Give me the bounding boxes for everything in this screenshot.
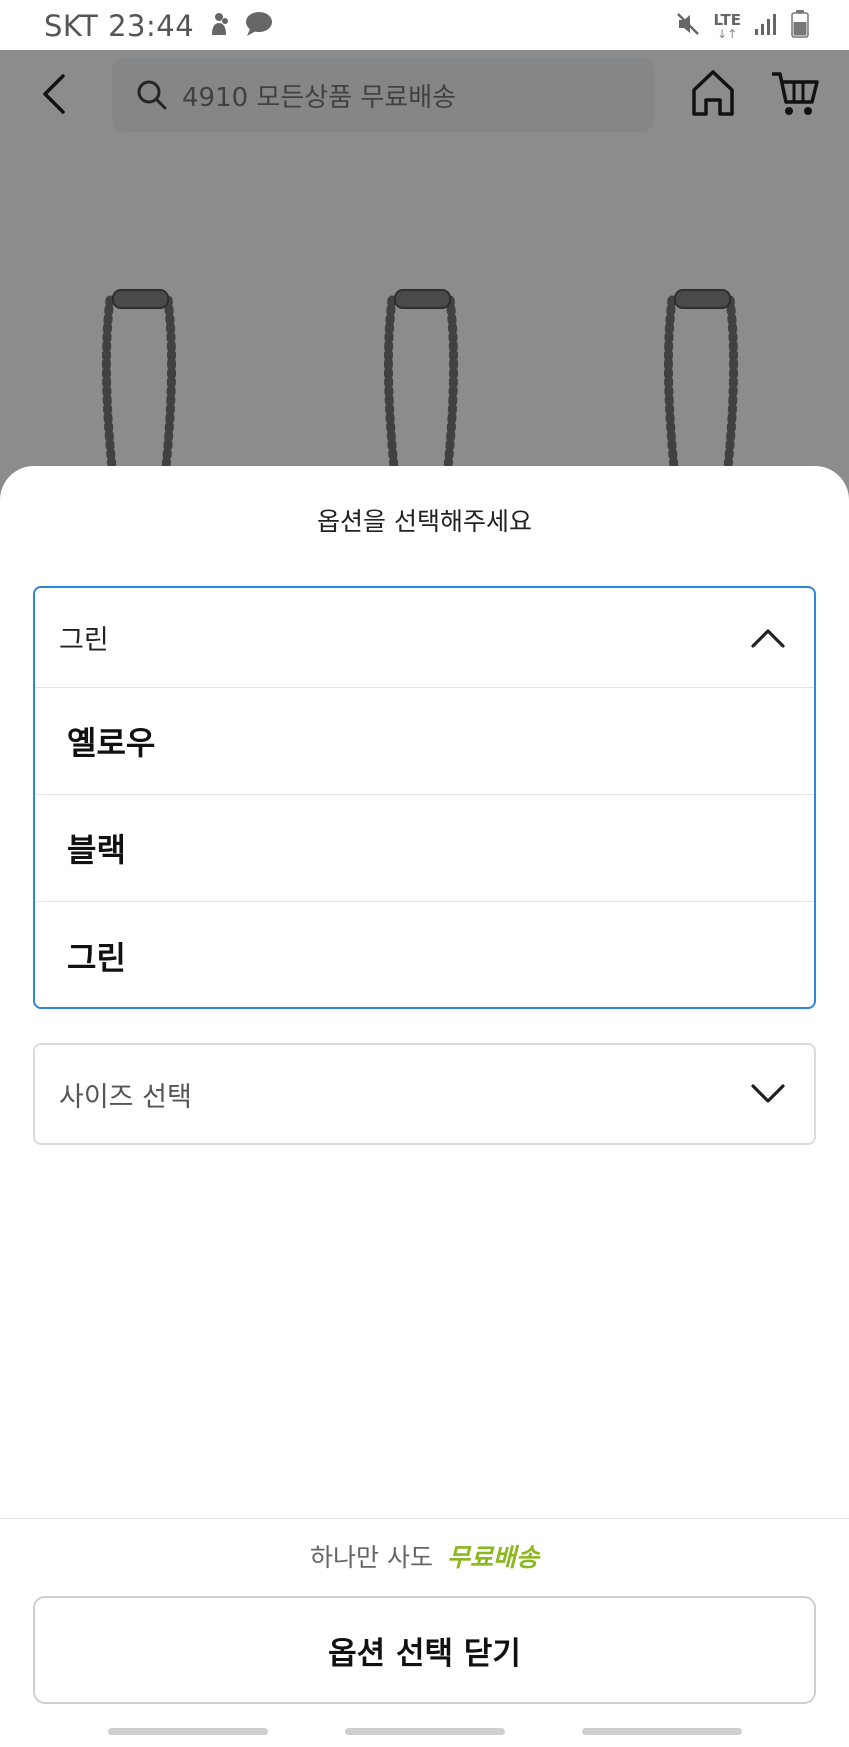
option-bottom-sheet: 옵션을 선택해주세요 그린 옐로우 블랙 그린 사이즈 선택 하나만 사도 무료… <box>0 466 849 1747</box>
status-right: LTE ↓↑ <box>675 8 809 44</box>
free-shipping-highlight: 무료배송 <box>446 1543 539 1572</box>
mute-icon <box>675 11 701 41</box>
nav-bar-pill-center <box>345 1728 505 1735</box>
status-bar: SKT 23:44 LTE ↓↑ <box>0 0 849 50</box>
chevron-up-icon <box>751 628 785 648</box>
chat-bubble-icon <box>244 11 274 41</box>
free-shipping-note: 하나만 사도 무료배송 <box>0 1538 849 1574</box>
lte-indicator: LTE ↓↑ <box>713 10 741 41</box>
status-left: SKT 23:44 <box>44 6 274 46</box>
sheet-title: 옵션을 선택해주세요 <box>317 507 532 536</box>
color-selected-value: 그린 <box>59 625 109 656</box>
chevron-down-icon <box>751 1084 785 1103</box>
size-dropdown[interactable]: 사이즈 선택 <box>33 1043 816 1145</box>
notification-icon <box>208 11 230 41</box>
nav-bar-pill-right <box>582 1728 742 1735</box>
option-label: 그린 <box>67 938 126 977</box>
carrier-time: SKT 23:44 <box>44 9 195 43</box>
close-options-button[interactable]: 옵션 선택 닫기 <box>33 1596 816 1704</box>
color-dropdown: 그린 옐로우 블랙 그린 <box>33 586 816 1009</box>
nav-bar-pill-left <box>108 1728 268 1735</box>
option-label: 옐로우 <box>67 724 156 762</box>
color-option-yellow[interactable]: 옐로우 <box>35 688 814 795</box>
battery-icon <box>791 10 809 42</box>
color-dropdown-header[interactable]: 그린 <box>35 588 814 688</box>
color-option-green[interactable]: 그린 <box>35 902 814 1007</box>
color-option-black[interactable]: 블랙 <box>35 795 814 902</box>
size-placeholder: 사이즈 선택 <box>59 1081 192 1113</box>
data-arrows-icon: ↓↑ <box>717 26 738 41</box>
signal-icon <box>753 11 779 41</box>
option-label: 블랙 <box>67 831 126 869</box>
shipping-note-prefix: 하나만 사도 <box>310 1543 433 1572</box>
lte-label: LTE <box>713 10 741 29</box>
footer-divider <box>0 1518 849 1519</box>
